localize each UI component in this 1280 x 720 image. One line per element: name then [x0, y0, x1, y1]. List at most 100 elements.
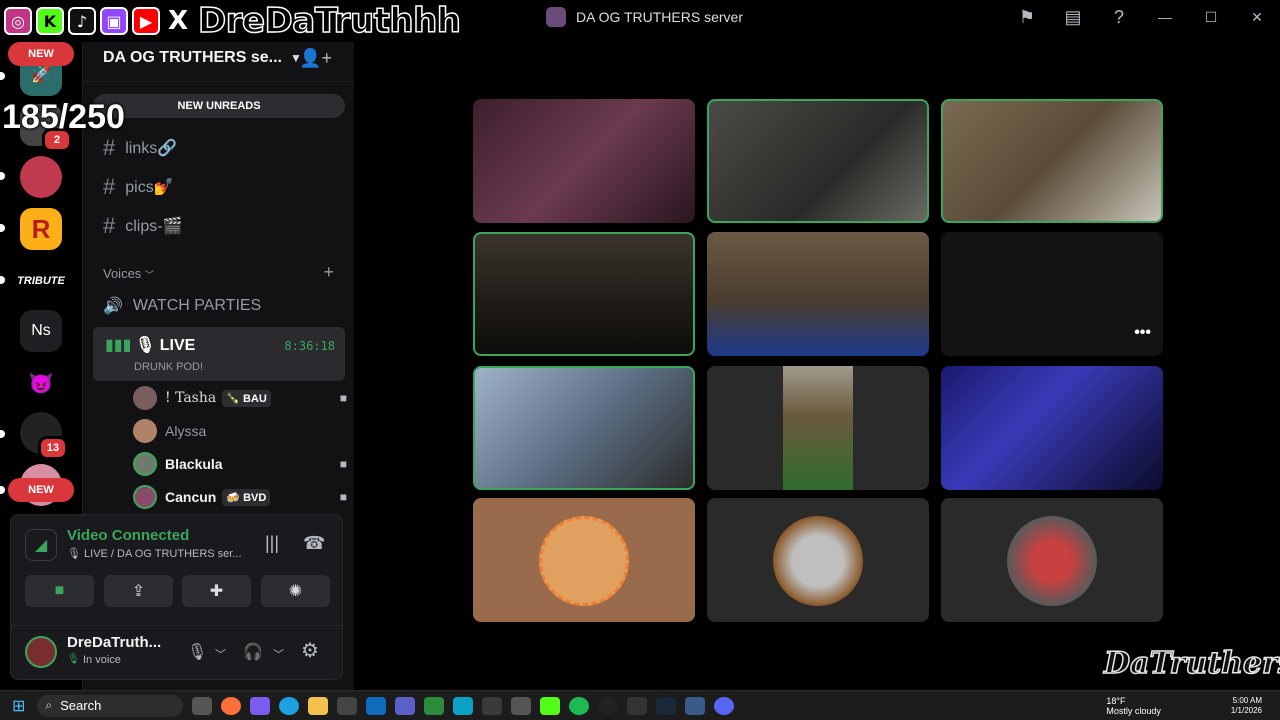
- channel-watch-parties[interactable]: 🔊 WATCH PARTIES: [93, 289, 345, 323]
- screen-share-button[interactable]: ⇪: [104, 575, 173, 607]
- hash-icon: #: [103, 135, 116, 160]
- copilot-icon[interactable]: [250, 696, 271, 715]
- voice-user[interactable]: Cancun 🍻 BVD ■: [133, 482, 363, 512]
- tiktok-icon: ♪: [68, 7, 96, 35]
- outlook-icon[interactable]: [366, 696, 387, 715]
- rockstar-server-icon[interactable]: R: [20, 208, 62, 250]
- username[interactable]: DreDaTruth...: [67, 634, 161, 651]
- new-pill-top[interactable]: NEW: [8, 42, 74, 66]
- chevron-down-icon[interactable]: ﹀: [215, 646, 226, 662]
- taskbar-search[interactable]: ⌕ Search: [37, 694, 184, 717]
- maximize-button[interactable]: ☐: [1188, 9, 1234, 26]
- voice-user-name: Blackula: [165, 456, 223, 472]
- steam-icon[interactable]: [656, 696, 677, 715]
- noise-suppression-icon[interactable]: |||: [265, 533, 279, 554]
- video-tile[interactable]: [941, 99, 1163, 223]
- clock[interactable]: 5:00 AM 1/1/2026: [1231, 696, 1262, 716]
- screen-share-icon: ⇪: [131, 583, 146, 600]
- video-tile[interactable]: [941, 366, 1163, 490]
- disconnect-icon[interactable]: ☎: [303, 533, 325, 554]
- windows-start-icon[interactable]: ⊞: [12, 696, 25, 716]
- app-icon[interactable]: [627, 696, 648, 715]
- voice-user-name: Cancun: [165, 489, 217, 505]
- video-tile[interactable]: [707, 232, 929, 356]
- avatar-tile[interactable]: [473, 498, 695, 622]
- avatar[interactable]: [25, 636, 57, 668]
- obs-icon[interactable]: [598, 696, 619, 715]
- close-button[interactable]: ✕: [1234, 9, 1280, 26]
- server-icon-monster[interactable]: 😈: [20, 362, 62, 404]
- server-icon: [546, 7, 566, 27]
- voice-connection-panel: ◢ Video Connected 🎙 LIVE / DA OG TRUTHER…: [10, 514, 344, 680]
- kick-icon[interactable]: [540, 696, 561, 715]
- headphones-icon[interactable]: 🎧: [243, 642, 263, 662]
- avatar: [539, 516, 629, 606]
- ns-server-icon[interactable]: Ns: [20, 310, 62, 352]
- windows-taskbar: ⊞ ⌕ Search 18°F Mostly cloudy 5:00 AM 1/…: [0, 690, 1280, 720]
- app-icon[interactable]: [685, 696, 706, 715]
- soundboard-icon: ✺: [288, 583, 303, 600]
- channel-clips[interactable]: # clips-🎬: [93, 209, 345, 243]
- photos-icon[interactable]: [511, 696, 532, 715]
- spotify-icon[interactable]: [569, 696, 590, 715]
- edge-icon[interactable]: [279, 696, 300, 715]
- mention-badge: 13: [38, 436, 68, 460]
- firefox-icon[interactable]: [221, 696, 242, 715]
- tribute-server-icon[interactable]: TRIBUTE: [17, 260, 65, 302]
- avatar: [1007, 516, 1097, 606]
- camera-icon: ■: [339, 490, 347, 504]
- settings-gear-icon[interactable]: ⚙: [301, 638, 319, 663]
- inbox-icon[interactable]: ▤: [1050, 7, 1096, 28]
- teams-icon[interactable]: [395, 696, 416, 715]
- camera-button[interactable]: ■: [25, 575, 94, 607]
- discord-icon[interactable]: [714, 696, 735, 715]
- voice-user[interactable]: Blackula ■: [133, 449, 363, 479]
- camera-icon: ■: [54, 582, 65, 599]
- help-icon[interactable]: ?: [1096, 7, 1142, 28]
- video-tile[interactable]: [707, 99, 929, 223]
- avatar-tile[interactable]: [707, 498, 929, 622]
- new-pill-bottom[interactable]: NEW: [8, 478, 74, 502]
- file-explorer-icon[interactable]: [308, 696, 329, 715]
- voice-user[interactable]: Alyssa: [133, 416, 363, 446]
- flag-icon[interactable]: ⚑: [1004, 7, 1050, 28]
- minimize-button[interactable]: —: [1142, 9, 1188, 25]
- video-tile[interactable]: •••: [941, 232, 1163, 356]
- store-icon[interactable]: [337, 696, 358, 715]
- soundboard-button[interactable]: ✺: [261, 575, 330, 607]
- video-tile[interactable]: [473, 366, 695, 490]
- channel-links[interactable]: # links🔗: [93, 131, 345, 165]
- channel-pics[interactable]: # pics💅: [93, 170, 345, 204]
- chevron-down-icon[interactable]: ﹀: [273, 646, 284, 662]
- user-tag: 🍻 BVD: [222, 488, 271, 506]
- category-voices[interactable]: Voices ﹀: [103, 266, 154, 281]
- microphone-icon[interactable]: 🎙: [187, 642, 207, 662]
- avatar-tile[interactable]: [941, 498, 1163, 622]
- app-icon[interactable]: [482, 696, 503, 715]
- new-unreads-bar[interactable]: NEW UNREADS: [93, 94, 345, 118]
- more-options-icon[interactable]: •••: [1134, 324, 1151, 342]
- connection-status[interactable]: Video Connected: [67, 527, 189, 544]
- user-panel: DreDaTruth... 🎙 In voice 🎙 ﹀ 🎧 ﹀ ⚙: [11, 625, 344, 679]
- video-tile[interactable]: [473, 232, 695, 356]
- youtube-icon: ▶: [132, 7, 160, 35]
- voice-user[interactable]: ! Tasha 🍾 BAU ■: [133, 383, 363, 413]
- invite-icon[interactable]: 👤+: [299, 48, 332, 69]
- app-icon[interactable]: [453, 696, 474, 715]
- task-view-icon[interactable]: [192, 696, 213, 715]
- signal-icon[interactable]: ◢: [25, 529, 57, 561]
- app-icon[interactable]: [424, 696, 445, 715]
- weather-widget[interactable]: 18°F Mostly cloudy: [1106, 696, 1161, 716]
- user-status: In voice: [83, 654, 121, 666]
- video-tile[interactable]: [707, 366, 929, 490]
- add-channel-icon[interactable]: +: [323, 262, 334, 283]
- weather-temp: 18°F: [1106, 696, 1126, 706]
- voice-channel-live[interactable]: ▮▮▮ 🎙 LIVE 8:36:18 DRUNK POD!: [93, 327, 345, 381]
- category-label: Voices: [103, 266, 142, 281]
- activities-button[interactable]: ✚: [182, 575, 251, 607]
- server-icon-3[interactable]: [20, 156, 62, 198]
- video-tile[interactable]: [473, 99, 695, 223]
- connection-location[interactable]: 🎙 LIVE / DA OG TRUTHERS ser...: [67, 547, 242, 560]
- hash-icon: #: [103, 174, 116, 199]
- window-titlebar: DA OG TRUTHERS server ⚑ ▤ ? — ☐ ✕: [478, 0, 1280, 34]
